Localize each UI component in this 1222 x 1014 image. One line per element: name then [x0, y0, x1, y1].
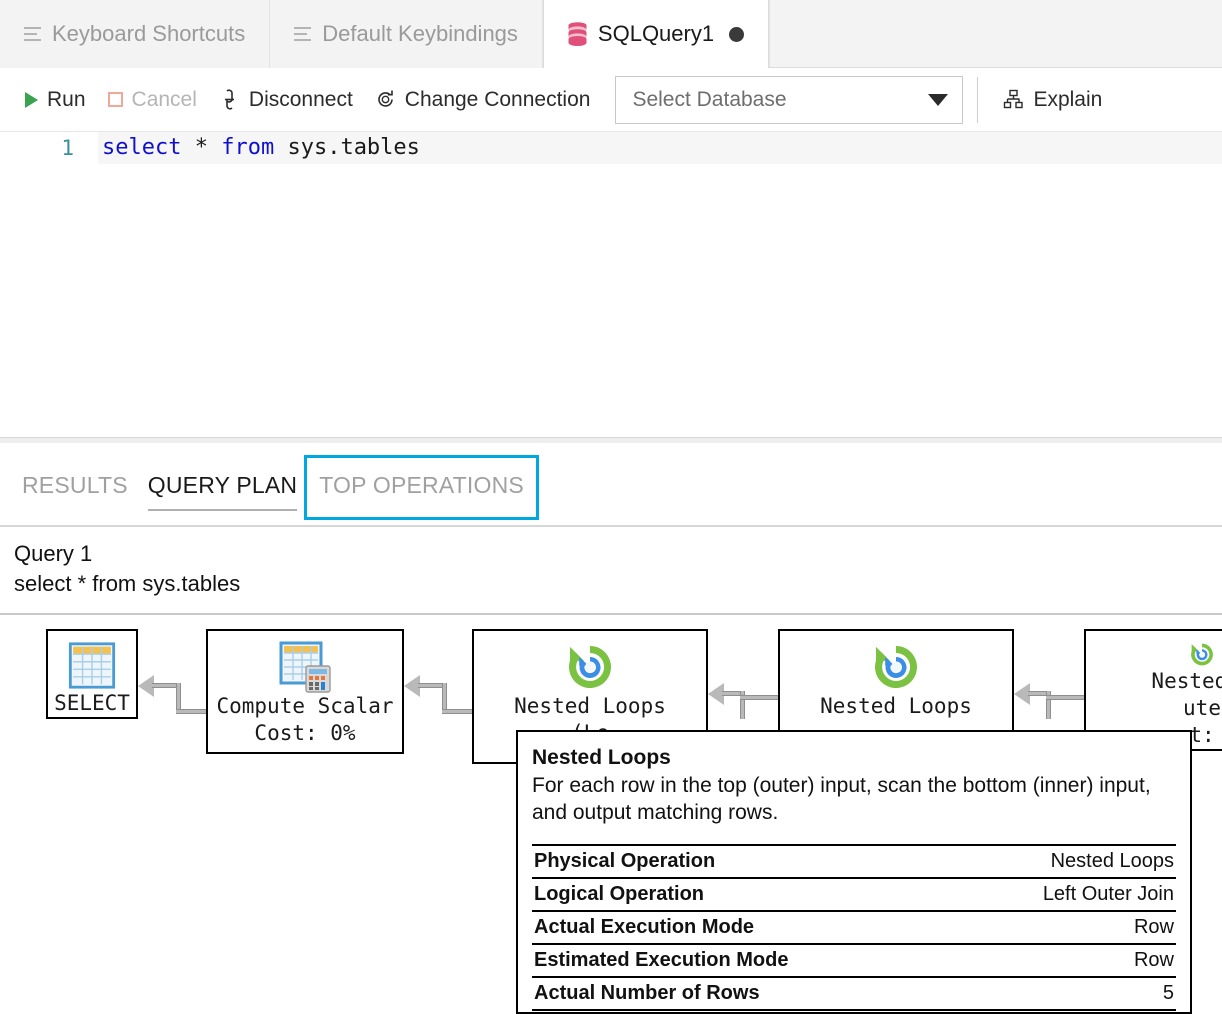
tooltip-property-value: Row — [955, 944, 1176, 977]
menu-icon — [294, 27, 311, 42]
nested-loops-icon — [1176, 641, 1222, 668]
plan-node-label: Compute Scalar — [216, 693, 393, 720]
cancel-button[interactable]: Cancel — [97, 78, 208, 122]
disconnect-icon — [219, 89, 240, 110]
toolbar-divider — [977, 77, 978, 123]
plan-node-select[interactable]: SELECT — [46, 629, 138, 719]
query-plan-header: Query 1 select * from sys.tables — [0, 527, 1222, 607]
table-icon — [66, 641, 118, 690]
tab-default-keybindings[interactable]: Default Keybindings — [270, 0, 543, 68]
plan-connector — [1014, 683, 1086, 723]
tab-label: Keyboard Shortcuts — [52, 21, 245, 47]
sql-keyword-select: select — [102, 135, 181, 160]
tooltip-property-key: Actual Number of Rows — [532, 977, 955, 1010]
nested-loops-icon — [564, 641, 616, 693]
sql-operator-star: * — [181, 135, 221, 160]
tooltip-properties-table: Physical OperationNested LoopsLogical Op… — [532, 844, 1176, 1014]
tooltip-description: For each row in the top (outer) input, s… — [532, 772, 1176, 826]
sql-keyword-from: from — [221, 135, 274, 160]
play-icon — [25, 92, 38, 108]
code-content[interactable]: select * from sys.tables — [98, 132, 1222, 164]
tooltip-property-key: Actual Execution Mode — [532, 911, 955, 944]
plan-node-label: Nested Loops — [514, 693, 666, 720]
tooltip-property-row: Actual Number of Rows5 — [532, 977, 1176, 1010]
database-select-value: Select Database — [632, 88, 786, 112]
change-connection-button-label: Change Connection — [405, 88, 591, 112]
plan-connector — [708, 683, 780, 723]
tooltip-property-value: 0 — [955, 1010, 1176, 1014]
query-statement: select * from sys.tables — [14, 569, 1208, 599]
tooltip-property-value: Nested Loops — [955, 845, 1176, 878]
plan-node-compute-scalar[interactable]: Compute Scalar Cost: 0% — [206, 629, 404, 754]
tab-label: Default Keybindings — [322, 21, 518, 47]
line-number: 1 — [0, 132, 98, 164]
cancel-button-label: Cancel — [132, 88, 197, 112]
disconnect-button[interactable]: Disconnect — [208, 78, 364, 122]
database-icon — [568, 22, 587, 46]
disconnect-button-label: Disconnect — [249, 88, 353, 112]
tooltip-property-value: Row — [955, 911, 1176, 944]
tab-top-operations[interactable]: TOP OPERATIONS — [307, 458, 536, 517]
run-button-label: Run — [47, 88, 86, 112]
explain-button[interactable]: Explain — [992, 78, 1113, 122]
tab-sqlquery1[interactable]: SQLQuery1 — [543, 0, 769, 68]
tab-bar-filler — [769, 0, 1222, 67]
nested-loops-icon — [870, 641, 922, 693]
tab-top-operations-label: TOP OPERATIONS — [319, 472, 524, 498]
plan-connector — [138, 675, 210, 715]
tab-query-plan[interactable]: QUERY PLAN — [138, 464, 307, 511]
tooltip-property-value: 5 — [955, 977, 1176, 1010]
sql-editor[interactable]: 1 select * from sys.tables — [0, 132, 1222, 437]
plan-connector — [404, 675, 476, 715]
plan-node-label: Nested Loops — [820, 693, 972, 720]
unsaved-changes-indicator — [729, 27, 744, 42]
stop-icon — [108, 92, 123, 107]
tooltip-property-row: Actual Number of Batches0 — [532, 1010, 1176, 1014]
table-calculator-icon — [279, 641, 331, 693]
tooltip-property-row: Logical OperationLeft Outer Join — [532, 878, 1176, 911]
tab-keyboard-shortcuts[interactable]: Keyboard Shortcuts — [0, 0, 270, 68]
refresh-connection-icon — [375, 89, 396, 110]
chevron-down-icon — [928, 94, 948, 106]
plan-tree-icon — [1003, 89, 1024, 110]
tooltip-property-row: Actual Execution ModeRow — [532, 911, 1176, 944]
explain-button-label: Explain — [1033, 88, 1102, 112]
tooltip-property-key: Estimated Execution Mode — [532, 944, 955, 977]
tooltip-property-key: Physical Operation — [532, 845, 955, 878]
plan-node-label: SELECT — [54, 690, 130, 717]
results-tab-bar: RESULTS QUERY PLAN TOP OPERATIONS — [0, 443, 1222, 511]
editor-tab-bar: Keyboard Shortcuts Default Keybindings S… — [0, 0, 1222, 68]
plan-node-cost: Cost: 0% — [254, 720, 355, 747]
code-line: 1 select * from sys.tables — [0, 132, 1222, 164]
tooltip-property-row: Estimated Execution ModeRow — [532, 944, 1176, 977]
menu-icon — [24, 27, 41, 42]
run-button[interactable]: Run — [14, 78, 97, 122]
tooltip-property-value: Left Outer Join — [955, 878, 1176, 911]
tab-results[interactable]: RESULTS — [12, 464, 138, 511]
tooltip-property-key: Logical Operation — [532, 878, 955, 911]
tooltip-title: Nested Loops — [532, 744, 1176, 771]
tab-label: SQLQuery1 — [598, 21, 714, 47]
sql-identifier: sys.tables — [274, 135, 420, 160]
change-connection-button[interactable]: Change Connection — [364, 78, 602, 122]
database-select[interactable]: Select Database — [615, 76, 963, 124]
tab-results-label: RESULTS — [22, 472, 128, 498]
plan-node-label: Nested L — [1151, 668, 1222, 695]
tooltip-property-key: Actual Number of Batches — [532, 1010, 955, 1014]
tooltip-property-row: Physical OperationNested Loops — [532, 845, 1176, 878]
query-title: Query 1 — [14, 539, 1208, 569]
tab-query-plan-label: QUERY PLAN — [148, 472, 297, 498]
plan-node-tooltip: Nested Loops For each row in the top (ou… — [516, 730, 1192, 1014]
query-toolbar: Run Cancel Disconnect Change Connection … — [0, 68, 1222, 132]
